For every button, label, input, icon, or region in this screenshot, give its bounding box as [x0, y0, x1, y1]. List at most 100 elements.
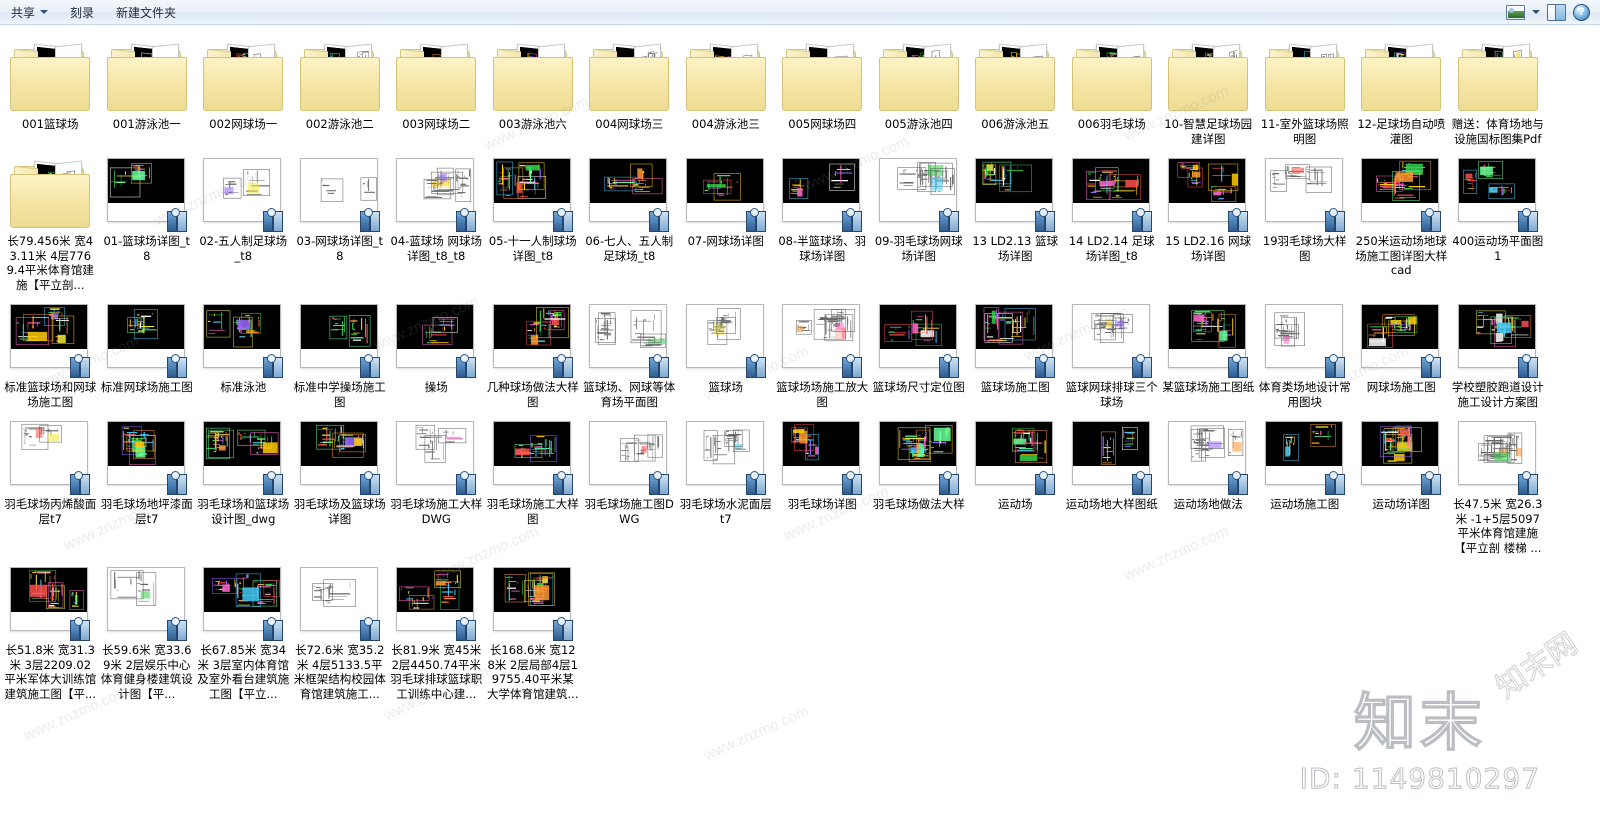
- file-item[interactable]: 运动场地做法: [1160, 409, 1257, 555]
- file-item[interactable]: 03-网球场详图_t8: [292, 146, 389, 292]
- file-item[interactable]: 羽毛球场和篮球场设计图_dwg: [195, 409, 292, 555]
- new-folder-button[interactable]: 新建文件夹: [105, 2, 187, 23]
- file-item[interactable]: 羽毛球场施工大样图: [485, 409, 582, 555]
- folder-item[interactable]: 003网球场二: [388, 29, 485, 146]
- file-item[interactable]: 05-十一人制球场详图_t8: [485, 146, 582, 292]
- share-menu-button[interactable]: 共享: [0, 2, 59, 23]
- folder-item[interactable]: 长79.456米 宽43.11米 4层7769.4平米体育馆建施【平立剖...: [2, 146, 99, 292]
- folder-item[interactable]: 11-室外篮球场照明图: [1257, 29, 1354, 146]
- folder-item[interactable]: 赠送：体育场地与设施国标图集Pdf: [1450, 29, 1547, 146]
- file-preview: [1072, 422, 1149, 466]
- file-item[interactable]: 学校塑胶跑道设计施工设计方案图: [1450, 292, 1547, 409]
- file-item[interactable]: 篮球网球排球三个球场: [1064, 292, 1161, 409]
- file-item[interactable]: 羽毛球场丙烯酸面层t7: [2, 409, 99, 555]
- view-mode-chevron-down-icon[interactable]: [1532, 10, 1540, 14]
- file-item[interactable]: 长59.6米 宽33.69米 2层娱乐中心体育健身楼建筑设计图【平...: [99, 555, 196, 701]
- file-item[interactable]: 标准网球场施工图: [99, 292, 196, 409]
- file-item[interactable]: 羽毛球场施工大样DWG: [388, 409, 485, 555]
- file-item[interactable]: 运动场地大样图纸: [1064, 409, 1161, 555]
- file-item[interactable]: 标准中学操场施工图: [292, 292, 389, 409]
- file-item[interactable]: 羽毛球场施工图DWG: [581, 409, 678, 555]
- item-thumbnail: [5, 561, 95, 641]
- view-mode-icon[interactable]: [1506, 4, 1525, 20]
- folder-item[interactable]: 002游泳池二: [292, 29, 389, 146]
- file-item[interactable]: 06-七人、五人制足球场_t8: [581, 146, 678, 292]
- file-item[interactable]: 长168.6米 宽128米 2层局部4层19755.40平米某大学体育馆建筑..…: [485, 555, 582, 701]
- folder-item[interactable]: 006羽毛球场: [1064, 29, 1161, 146]
- file-item[interactable]: 篮球场施工图: [967, 292, 1064, 409]
- file-item[interactable]: 运动场施工图: [1257, 409, 1354, 555]
- file-item[interactable]: 14 LD2.14 足球场详图_t8: [1064, 146, 1161, 292]
- file-item[interactable]: 几种球场做法大样图: [485, 292, 582, 409]
- file-item[interactable]: 400运动场平面图1: [1450, 146, 1547, 292]
- file-item[interactable]: 标准泳池: [195, 292, 292, 409]
- item-thumbnail: [777, 415, 867, 495]
- file-item[interactable]: 13 LD2.13 篮球场详图: [967, 146, 1064, 292]
- folder-item[interactable]: 10-智慧足球场园建详图: [1160, 29, 1257, 146]
- help-icon[interactable]: ?: [1573, 3, 1590, 21]
- file-preview: [1458, 305, 1535, 349]
- file-item[interactable]: 01-篮球场详图_t8: [99, 146, 196, 292]
- preview-pane-icon[interactable]: [1547, 3, 1566, 21]
- file-item[interactable]: 运动场: [967, 409, 1064, 555]
- file-item[interactable]: 网球场施工图: [1353, 292, 1450, 409]
- file-item[interactable]: 长72.6米 宽35.2米 4层5133.5平米框架结构校园体育馆建筑施工...: [292, 555, 389, 701]
- file-item[interactable]: 篮球场尺寸定位图: [871, 292, 968, 409]
- file-preview: [686, 305, 763, 349]
- file-icon: [203, 567, 284, 641]
- folder-item[interactable]: 004游泳池三: [678, 29, 775, 146]
- file-item[interactable]: 19羽毛球场大样图: [1257, 146, 1354, 292]
- file-item[interactable]: 08-半篮球场、羽球场详图: [774, 146, 871, 292]
- file-preview: [107, 305, 184, 349]
- item-label: 长47.5米 宽26.3米 -1+5层5097平米体育馆建施【平立剖 楼梯 ..…: [1453, 497, 1543, 555]
- file-item[interactable]: 09-羽毛球场网球场详图: [871, 146, 968, 292]
- file-preview: [1169, 422, 1246, 466]
- folder-item[interactable]: 004网球场三: [581, 29, 678, 146]
- file-item[interactable]: 长67.85米 宽34米 3层室内体育馆及室外看台建筑施工图【平立...: [195, 555, 292, 701]
- file-icon: [1071, 158, 1152, 232]
- file-item[interactable]: 15 LD2.16 网球场详图: [1160, 146, 1257, 292]
- folder-front: [492, 57, 573, 111]
- file-item[interactable]: 某篮球场施工图纸: [1160, 292, 1257, 409]
- burn-label: 刻录: [70, 5, 95, 20]
- file-item[interactable]: 篮球场、网球等体育场平面图: [581, 292, 678, 409]
- file-item[interactable]: 羽毛球场及篮球场详图: [292, 409, 389, 555]
- cad-app-badge-icon: [649, 354, 671, 378]
- file-item[interactable]: 体育类场地设计常用图块: [1257, 292, 1354, 409]
- folder-item[interactable]: 001篮球场: [2, 29, 99, 146]
- file-icon: [1168, 304, 1249, 378]
- file-item[interactable]: 羽毛球场详图: [774, 409, 871, 555]
- file-item[interactable]: 04-蓝球场 网球场详图_t8_t8: [388, 146, 485, 292]
- file-item[interactable]: 07-网球场详图: [678, 146, 775, 292]
- file-item[interactable]: 02-五人制足球场_t8: [195, 146, 292, 292]
- file-list-area[interactable]: www.znzmo.com www.znzmo.com www.znzmo.co…: [0, 25, 1600, 835]
- folder-item[interactable]: 006游泳池五: [967, 29, 1064, 146]
- item-thumbnail: [5, 35, 95, 113]
- file-item[interactable]: 篮球场: [678, 292, 775, 409]
- file-icon: [299, 158, 380, 232]
- file-icon: [1168, 158, 1249, 232]
- folder-item[interactable]: 003游泳池六: [485, 29, 582, 146]
- file-icon: [492, 158, 573, 232]
- file-preview: [879, 422, 956, 466]
- file-item[interactable]: 标准篮球场和网球场施工图: [2, 292, 99, 409]
- folder-item[interactable]: 12-足球场自动喷灌图: [1353, 29, 1450, 146]
- file-item[interactable]: 运动场详图: [1353, 409, 1450, 555]
- file-item[interactable]: 长51.8米 宽31.3米 3层2209.02平米军体大训练馆建筑施工图【平..…: [2, 555, 99, 701]
- file-item[interactable]: 羽毛球场水泥面层t7: [678, 409, 775, 555]
- explorer-toolbar: 共享 刻录 新建文件夹 ?: [0, 0, 1600, 25]
- folder-item[interactable]: 001游泳池一: [99, 29, 196, 146]
- file-item[interactable]: 长47.5米 宽26.3米 -1+5层5097平米体育馆建施【平立剖 楼梯 ..…: [1450, 409, 1547, 555]
- folder-item[interactable]: 005网球场四: [774, 29, 871, 146]
- file-item[interactable]: 操场: [388, 292, 485, 409]
- file-item[interactable]: 羽毛球场做法大样: [871, 409, 968, 555]
- folder-item[interactable]: 005游泳池四: [871, 29, 968, 146]
- file-item[interactable]: 羽毛球场地坪漆面层t7: [99, 409, 196, 555]
- file-item[interactable]: 长81.9米 宽45米 2层4450.74平米羽毛球排球篮球职工训练中心建...: [388, 555, 485, 701]
- file-item[interactable]: 250米运动场地球场施工图详图大样cad: [1353, 146, 1450, 292]
- burn-button[interactable]: 刻录: [59, 2, 105, 23]
- folder-item[interactable]: 002网球场一: [195, 29, 292, 146]
- file-item[interactable]: 篮球场场施工放大图: [774, 292, 871, 409]
- item-thumbnail: [102, 561, 192, 641]
- file-preview: [1072, 305, 1149, 349]
